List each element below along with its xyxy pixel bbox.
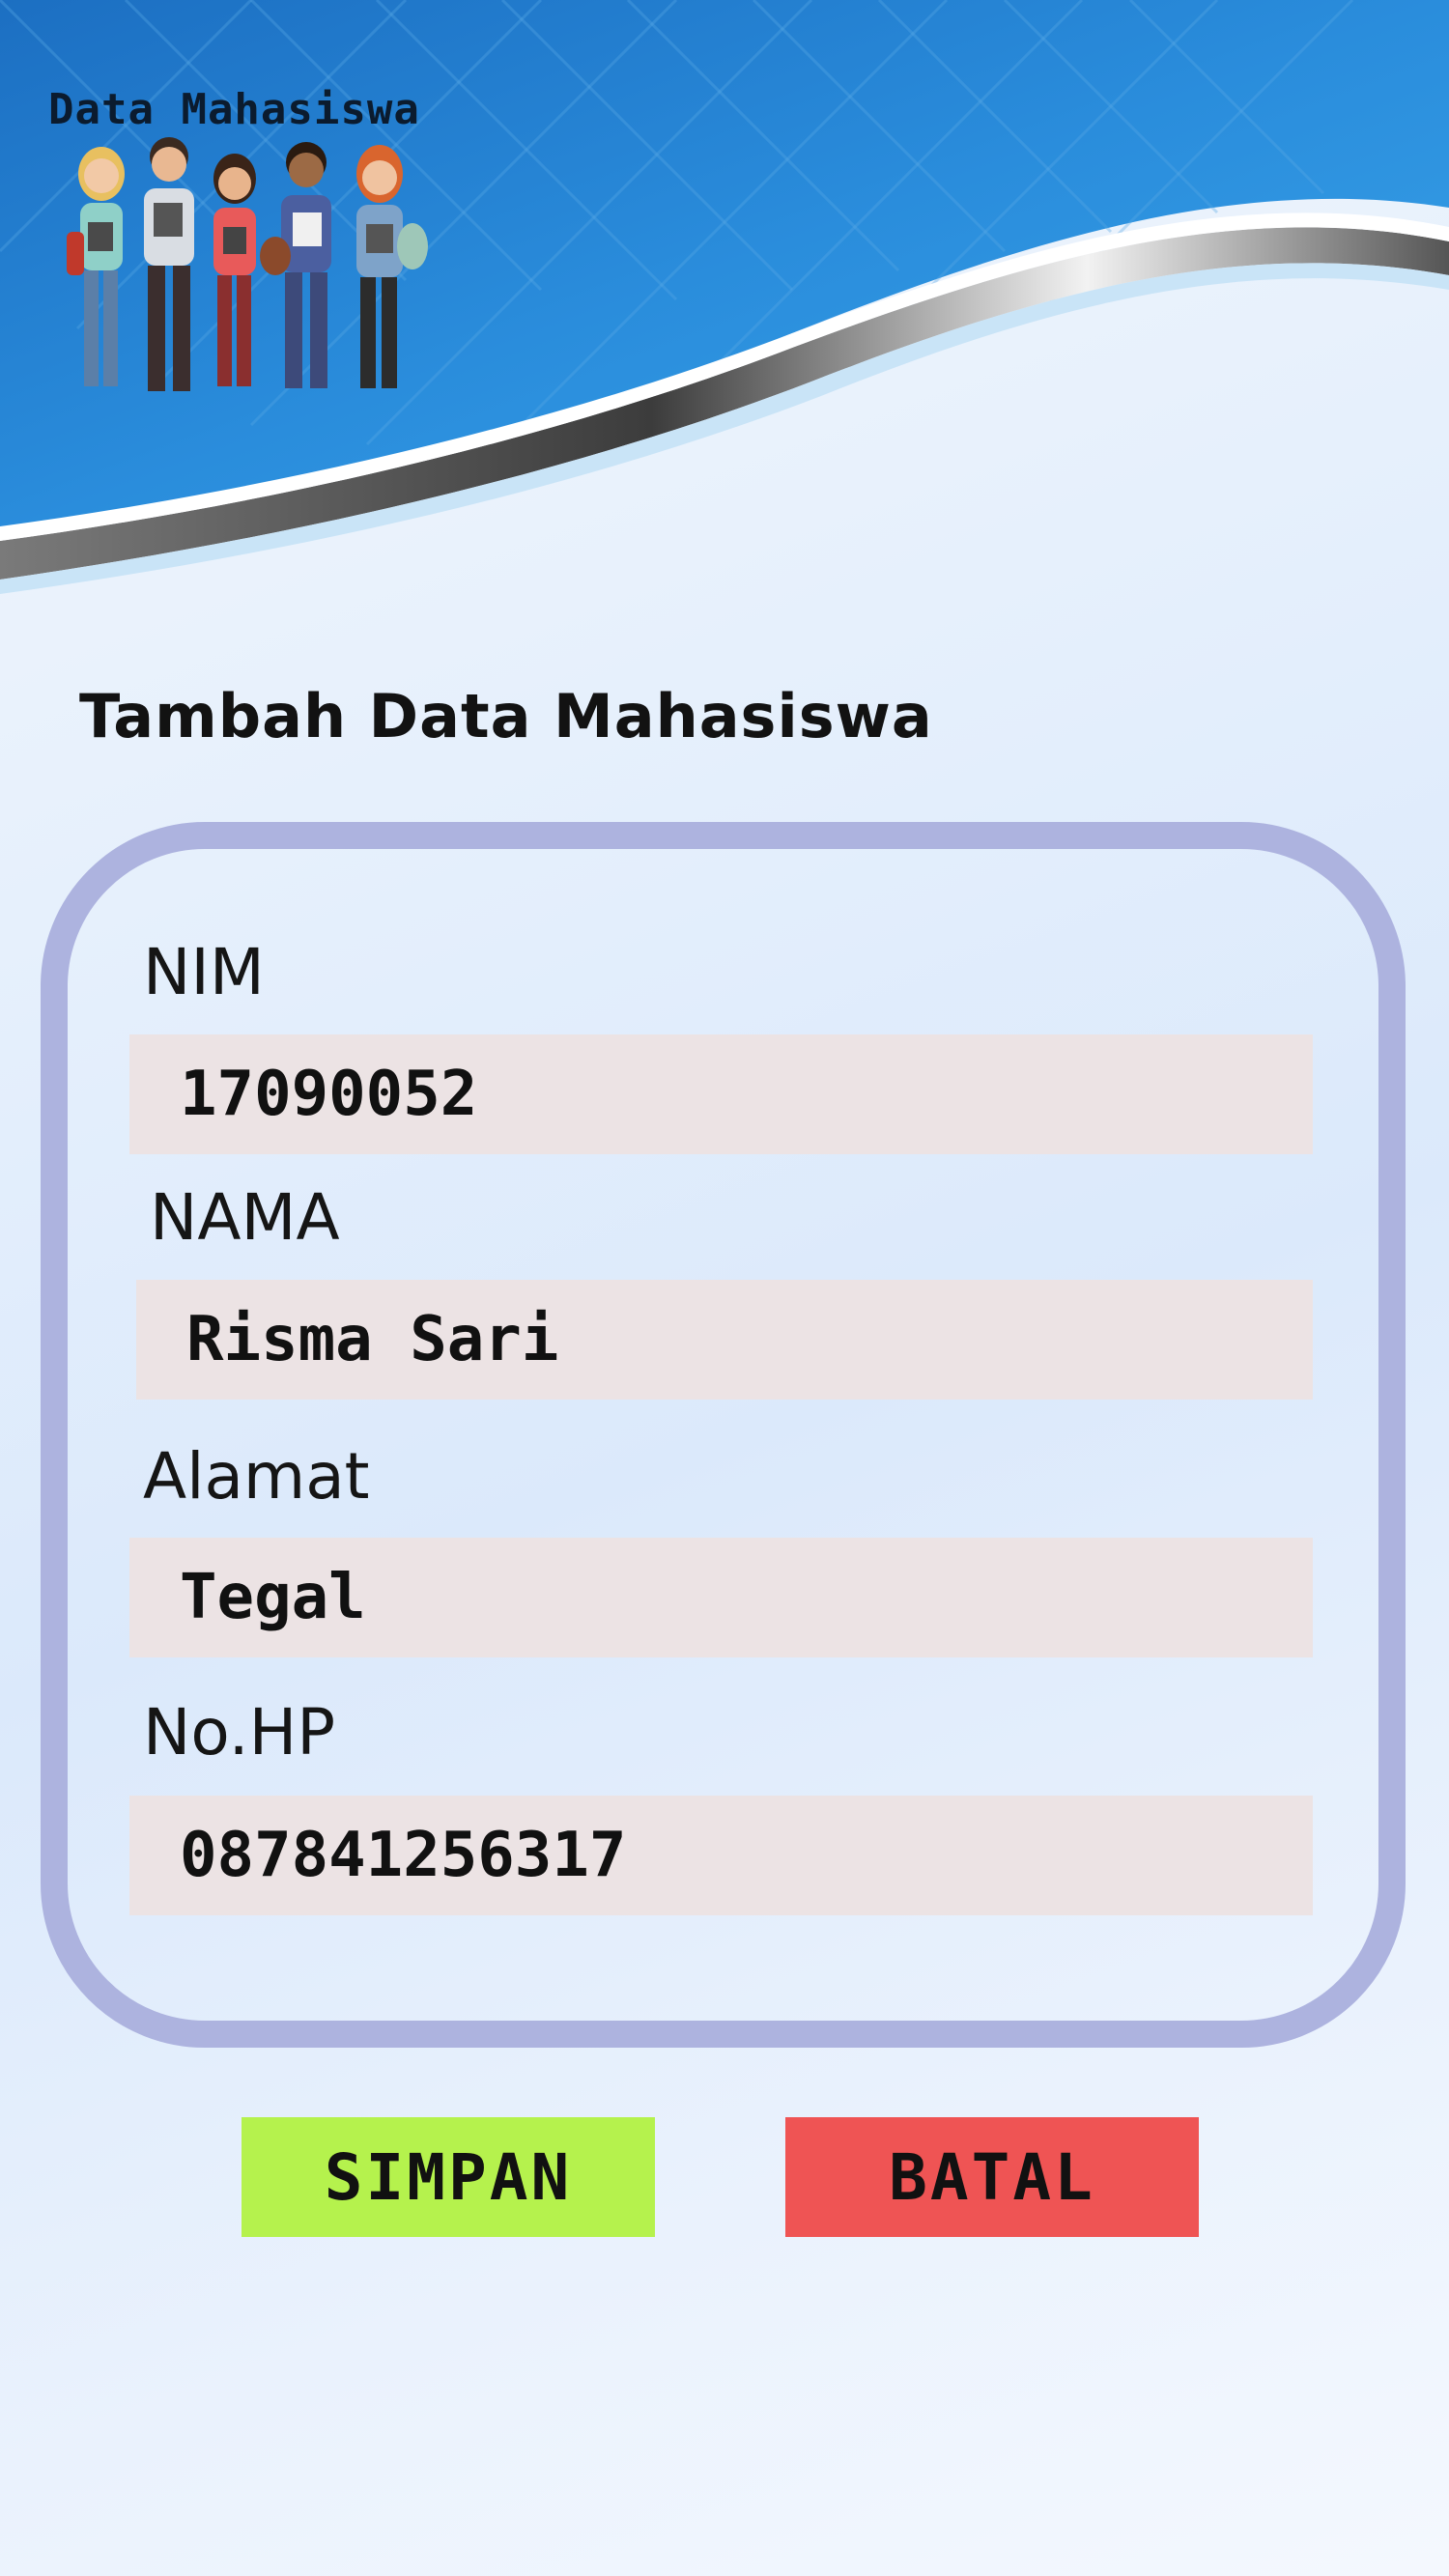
nim-label: NIM bbox=[143, 935, 265, 1009]
cancel-button[interactable]: BATAL bbox=[785, 2117, 1199, 2237]
nohp-label: No.HP bbox=[143, 1695, 335, 1769]
form-heading: Tambah Data Mahasiswa bbox=[79, 681, 933, 751]
nama-label: NAMA bbox=[150, 1180, 340, 1255]
nim-input[interactable] bbox=[129, 1034, 1313, 1154]
nama-input[interactable] bbox=[136, 1280, 1313, 1400]
students-illustration bbox=[67, 137, 428, 391]
nohp-input[interactable] bbox=[129, 1796, 1313, 1915]
app-title: Data Mahasiswa bbox=[48, 85, 420, 134]
alamat-label: Alamat bbox=[143, 1439, 370, 1514]
alamat-input[interactable] bbox=[129, 1538, 1313, 1657]
save-button[interactable]: SIMPAN bbox=[242, 2117, 655, 2237]
